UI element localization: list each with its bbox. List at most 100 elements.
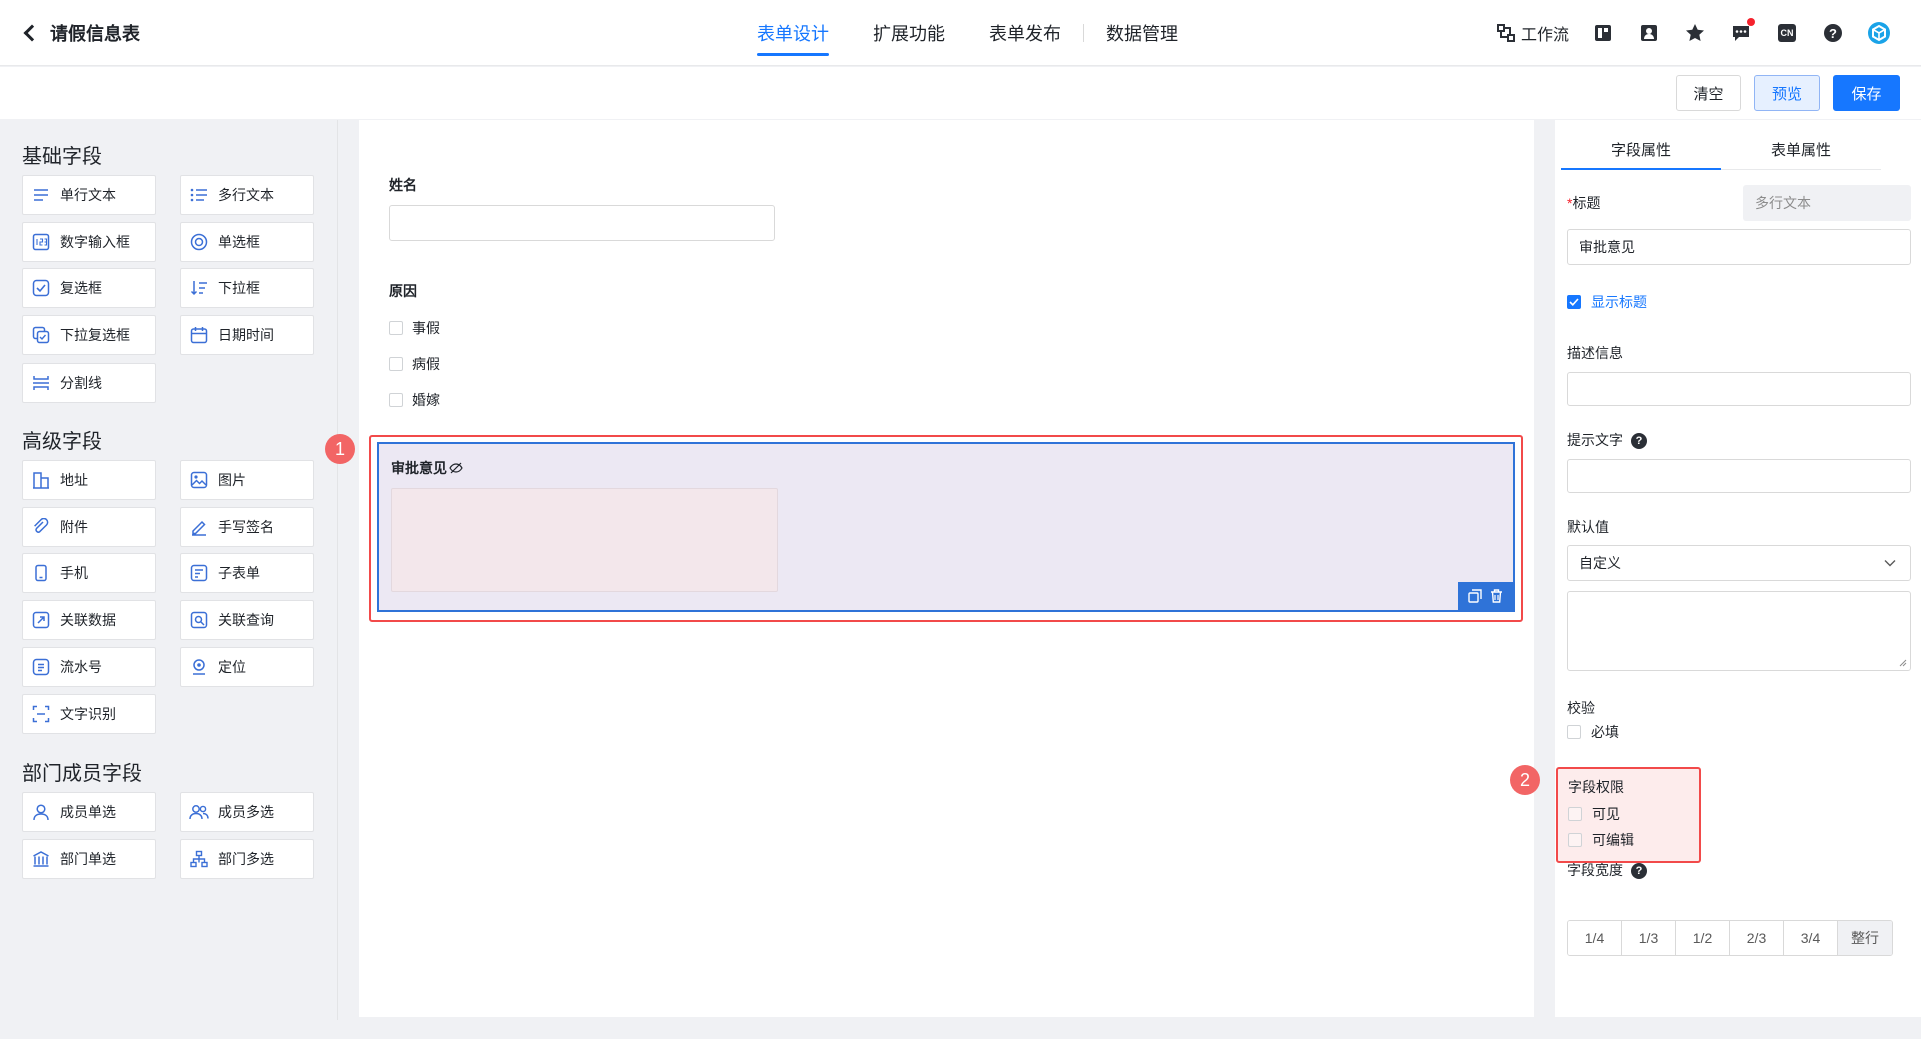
- number-icon: [31, 232, 51, 252]
- width-option-selected[interactable]: 整行: [1838, 921, 1892, 955]
- show-title-checkbox[interactable]: 显示标题: [1567, 292, 1647, 312]
- name-field-label: 姓名: [389, 177, 417, 193]
- reason-option[interactable]: 事假: [389, 318, 440, 338]
- field-attachment[interactable]: 附件: [22, 507, 156, 547]
- multi-line-icon: [189, 185, 209, 205]
- width-option[interactable]: 3/4: [1784, 921, 1838, 955]
- workflow-button[interactable]: 工作流: [1496, 21, 1569, 45]
- field-label: 子表单: [218, 565, 260, 581]
- checkbox[interactable]: [1568, 833, 1582, 847]
- form-title: 请假信息表: [50, 24, 140, 44]
- field-radio[interactable]: 单选框: [180, 222, 314, 262]
- field-image[interactable]: 图片: [180, 460, 314, 500]
- reason-field-label: 原因: [389, 283, 417, 299]
- field-phone[interactable]: 手机: [22, 553, 156, 593]
- name-input[interactable]: [389, 205, 775, 241]
- field-number-input[interactable]: 数字输入框: [22, 222, 156, 262]
- field-single-line-text[interactable]: 单行文本: [22, 175, 156, 215]
- field-serial-number[interactable]: 流水号: [22, 647, 156, 687]
- tab-form-properties[interactable]: 表单属性: [1721, 130, 1881, 169]
- field-label: 成员单选: [60, 804, 116, 820]
- field-link-data[interactable]: 关联数据: [22, 600, 156, 640]
- tab-field-properties[interactable]: 字段属性: [1561, 130, 1721, 170]
- notification-dot: [1747, 18, 1755, 26]
- field-ocr[interactable]: 文字识别: [22, 694, 156, 734]
- field-dropdown[interactable]: 下拉框: [180, 268, 314, 308]
- approval-textarea[interactable]: [391, 488, 778, 592]
- selected-field-approval[interactable]: 审批意见: [377, 442, 1515, 612]
- title-input[interactable]: 审批意见: [1567, 229, 1911, 265]
- field-label: 成员多选: [218, 804, 274, 820]
- checkbox[interactable]: [389, 357, 403, 371]
- description-input[interactable]: [1567, 372, 1911, 406]
- description-label: 描述信息: [1567, 345, 1623, 361]
- help-icon[interactable]: ?: [1631, 863, 1647, 880]
- tab-form-design[interactable]: 表单设计: [735, 0, 851, 66]
- preview-button[interactable]: 预览: [1754, 75, 1820, 111]
- field-member-multi[interactable]: 成员多选: [180, 792, 314, 832]
- checkbox[interactable]: [389, 321, 403, 335]
- field-department-multi[interactable]: 部门多选: [180, 839, 314, 879]
- required-checkbox[interactable]: 必填: [1567, 722, 1619, 742]
- basic-fields-title: 基础字段: [22, 146, 102, 168]
- clear-button[interactable]: 清空: [1676, 75, 1741, 111]
- field-label: 地址: [60, 472, 88, 488]
- default-value-textarea[interactable]: [1567, 591, 1911, 671]
- help-icon[interactable]: ?: [1631, 433, 1647, 450]
- field-subform[interactable]: 子表单: [180, 553, 314, 593]
- calendar-icon: [189, 325, 209, 345]
- field-label: 定位: [218, 659, 246, 675]
- field-location[interactable]: 定位: [180, 647, 314, 687]
- visible-checkbox[interactable]: 可见: [1568, 804, 1620, 824]
- back-button[interactable]: 请假信息表: [23, 20, 140, 46]
- width-option[interactable]: 2/3: [1730, 921, 1784, 955]
- field-member-single[interactable]: 成员单选: [22, 792, 156, 832]
- field-divider[interactable]: 分割线: [22, 363, 156, 403]
- field-address[interactable]: 地址: [22, 460, 156, 500]
- width-option[interactable]: 1/3: [1622, 921, 1676, 955]
- width-option[interactable]: 1/4: [1568, 921, 1622, 955]
- reason-option[interactable]: 婚嫁: [389, 390, 440, 410]
- field-width-selector: 1/4 1/3 1/2 2/3 3/4 整行: [1567, 920, 1893, 956]
- width-label-text: 字段宽度: [1567, 862, 1623, 878]
- contacts-icon[interactable]: [1637, 21, 1661, 45]
- tab-publish[interactable]: 表单发布: [967, 0, 1083, 66]
- field-signature[interactable]: 手写签名: [180, 507, 314, 547]
- field-checkbox[interactable]: 复选框: [22, 268, 156, 308]
- field-multi-line-text[interactable]: 多行文本: [180, 175, 314, 215]
- hint-input[interactable]: [1567, 459, 1911, 493]
- chevron-left-icon: [23, 24, 41, 42]
- tab-extensions[interactable]: 扩展功能: [851, 0, 967, 66]
- app-logo-icon[interactable]: [1867, 21, 1891, 45]
- field-label: 下拉框: [218, 280, 260, 296]
- field-label: 关联数据: [60, 612, 116, 628]
- default-value-label: 默认值: [1567, 519, 1609, 535]
- default-value-selected: 自定义: [1579, 555, 1621, 571]
- width-option[interactable]: 1/2: [1676, 921, 1730, 955]
- field-department-single[interactable]: 部门单选: [22, 839, 156, 879]
- field-label: 部门单选: [60, 851, 116, 867]
- message-icon[interactable]: [1729, 18, 1755, 45]
- copy-icon[interactable]: [1468, 589, 1482, 603]
- top-bar: 请假信息表 表单设计 扩展功能 表单发布 数据管理 工作流 CN ?: [0, 0, 1921, 66]
- layout-icon[interactable]: [1591, 21, 1615, 45]
- workflow-icon: [1496, 24, 1515, 42]
- checkbox-checked[interactable]: [1567, 295, 1581, 309]
- field-link-query[interactable]: 关联查询: [180, 600, 314, 640]
- delete-icon[interactable]: [1490, 589, 1503, 603]
- save-button[interactable]: 保存: [1833, 75, 1900, 111]
- help-icon[interactable]: ?: [1821, 21, 1845, 45]
- checkbox[interactable]: [1568, 807, 1582, 821]
- checkbox-icon: [31, 278, 51, 298]
- checkbox[interactable]: [389, 393, 403, 407]
- field-datetime[interactable]: 日期时间: [180, 315, 314, 355]
- resize-handle-icon[interactable]: [1899, 659, 1907, 667]
- checkbox[interactable]: [1567, 725, 1581, 739]
- star-icon[interactable]: [1683, 21, 1707, 45]
- tab-data-management[interactable]: 数据管理: [1084, 0, 1200, 66]
- reason-option[interactable]: 病假: [389, 354, 440, 374]
- editable-checkbox[interactable]: 可编辑: [1568, 830, 1634, 850]
- default-value-select[interactable]: 自定义: [1567, 545, 1911, 581]
- field-dropdown-checkbox[interactable]: 下拉复选框: [22, 315, 156, 355]
- language-icon[interactable]: CN: [1775, 21, 1799, 45]
